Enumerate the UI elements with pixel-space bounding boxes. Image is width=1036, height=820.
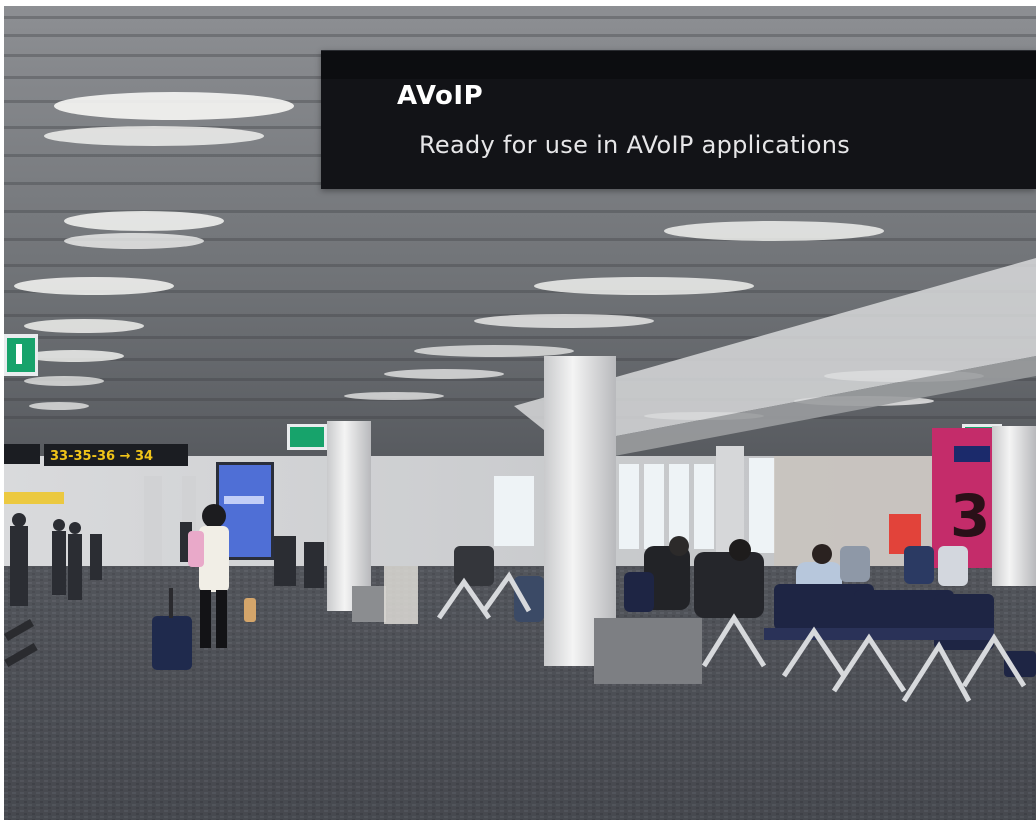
gate-sign-text: 33-35-36 → 34 xyxy=(50,449,153,464)
screenshot-frame: 33-35-36 → 34 3 AVoIP Ready for use in A… xyxy=(0,0,1036,820)
banner-top-strip xyxy=(321,51,1036,79)
gate-number-text: 3 xyxy=(950,482,990,550)
banner-subtitle: Ready for use in AVoIP applications xyxy=(419,131,851,159)
exit-sign-center xyxy=(287,424,327,450)
banner-title: AVoIP xyxy=(397,81,484,111)
avoip-banner: AVoIP Ready for use in AVoIP application… xyxy=(321,50,1036,189)
pillar-right xyxy=(992,426,1036,586)
exit-sign-left xyxy=(4,334,38,376)
planter-box xyxy=(594,618,702,684)
pillar-left xyxy=(327,421,371,611)
